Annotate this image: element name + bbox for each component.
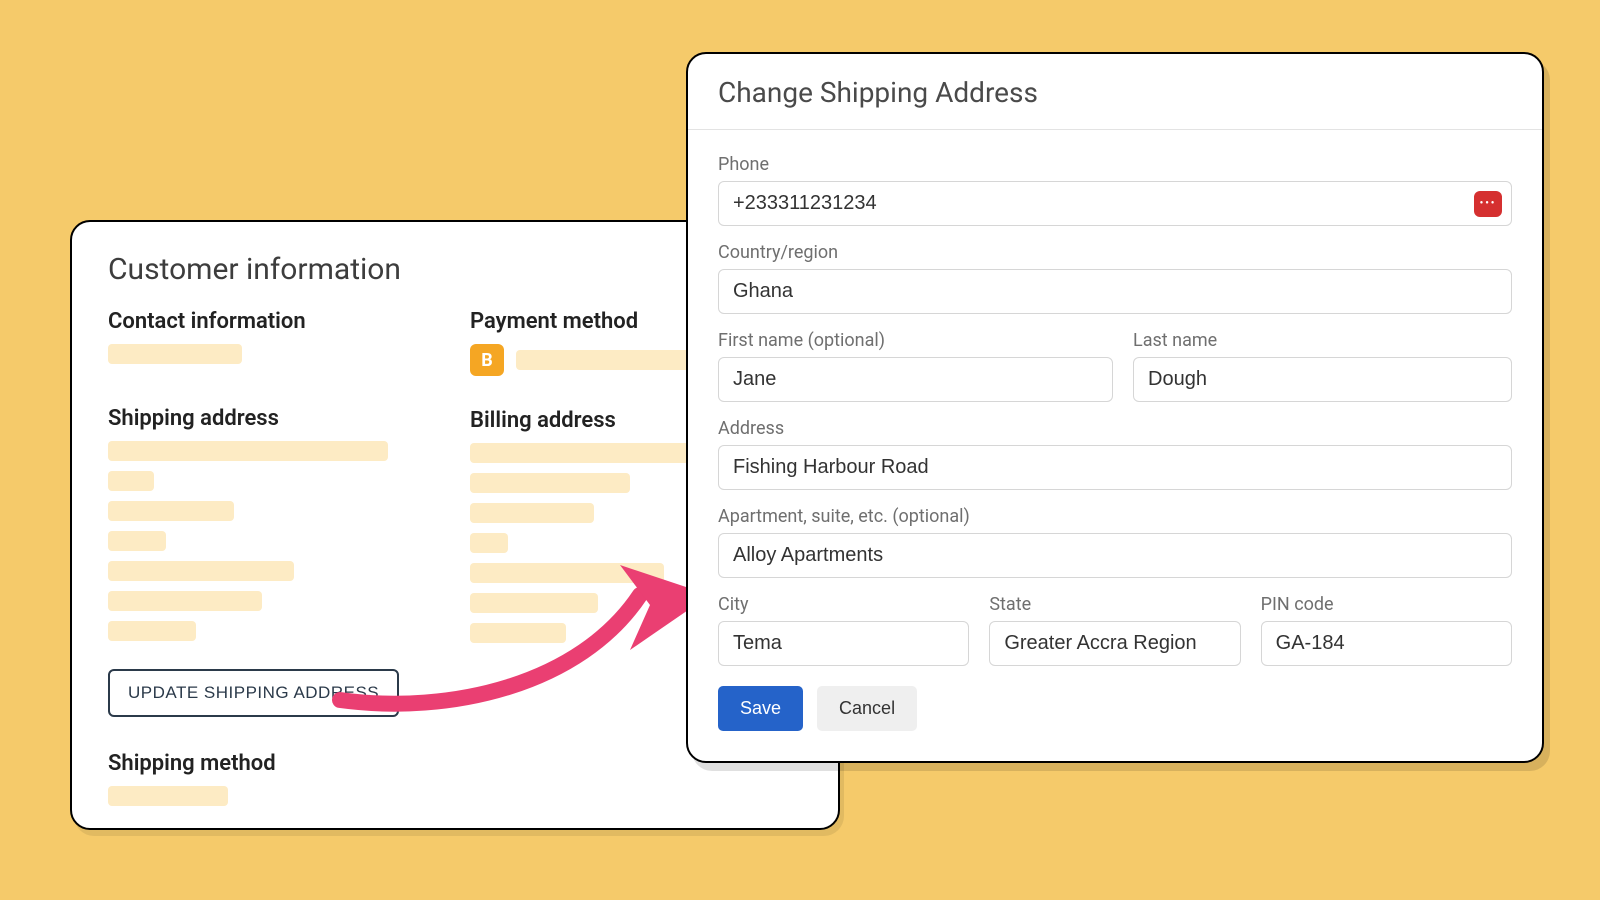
placeholder-line: [470, 503, 594, 523]
apartment-input[interactable]: [718, 533, 1512, 578]
placeholder-line: [108, 471, 154, 491]
placeholder-line: [108, 531, 166, 551]
contact-information-heading: Contact information: [108, 309, 440, 334]
change-shipping-address-modal: Change Shipping Address Phone ••• Countr…: [686, 52, 1544, 763]
phone-label: Phone: [718, 154, 1512, 175]
state-input[interactable]: [989, 621, 1240, 666]
placeholder-line: [108, 561, 294, 581]
pin-code-input[interactable]: [1261, 621, 1512, 666]
modal-title: Change Shipping Address: [718, 76, 1512, 109]
country-input[interactable]: [718, 269, 1512, 314]
pin-code-label: PIN code: [1261, 594, 1512, 615]
address-input[interactable]: [718, 445, 1512, 490]
placeholder-line: [470, 593, 598, 613]
first-name-label: First name (optional): [718, 330, 1113, 351]
placeholder-line: [470, 563, 664, 583]
shipping-address-heading: Shipping address: [108, 406, 440, 431]
first-name-input[interactable]: [718, 357, 1113, 402]
placeholder-line: [108, 786, 228, 806]
placeholder-line: [470, 473, 630, 493]
address-label: Address: [718, 418, 1512, 439]
placeholder-line: [108, 621, 196, 641]
country-label: Country/region: [718, 242, 1512, 263]
update-shipping-address-button[interactable]: UPDATE SHIPPING ADDRESS: [108, 669, 399, 717]
phone-input[interactable]: [718, 181, 1512, 226]
state-label: State: [989, 594, 1240, 615]
password-manager-icon[interactable]: •••: [1474, 191, 1502, 217]
placeholder-line: [108, 591, 262, 611]
placeholder-line: [108, 441, 388, 461]
placeholder-line: [108, 344, 242, 364]
payment-brand-badge: B: [470, 344, 504, 376]
placeholder-line: [108, 501, 234, 521]
city-input[interactable]: [718, 621, 969, 666]
city-label: City: [718, 594, 969, 615]
placeholder-line: [470, 623, 566, 643]
last-name-input[interactable]: [1133, 357, 1512, 402]
save-button[interactable]: Save: [718, 686, 803, 731]
last-name-label: Last name: [1133, 330, 1512, 351]
shipping-method-heading: Shipping method: [108, 751, 440, 776]
placeholder-line: [470, 533, 508, 553]
cancel-button[interactable]: Cancel: [817, 686, 917, 731]
apartment-label: Apartment, suite, etc. (optional): [718, 506, 1512, 527]
